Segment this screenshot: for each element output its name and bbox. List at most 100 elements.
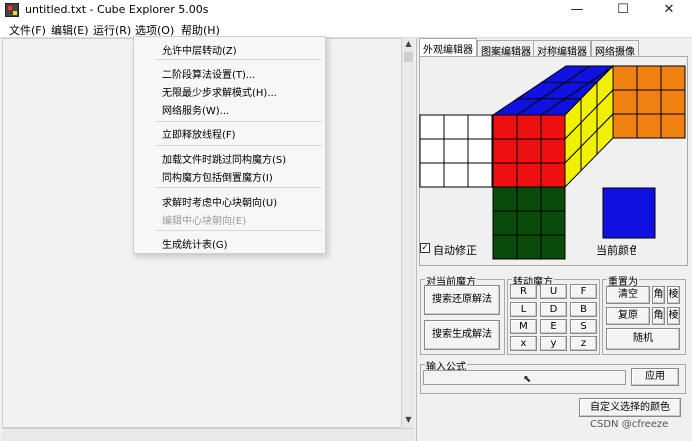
cube-face-back[interactable] [612, 65, 686, 139]
minimize-button[interactable]: — [554, 0, 600, 20]
facelet-down[interactable] [492, 186, 518, 212]
reset-random-button[interactable]: 随机 [606, 328, 680, 350]
facelet-back[interactable] [636, 89, 662, 115]
search-generator-button[interactable]: 搜索生成解法 [424, 320, 500, 350]
facelet-back[interactable] [612, 113, 638, 139]
custom-colors-button[interactable]: 自定义选择的颜色 [579, 398, 681, 417]
apply-formula-button[interactable]: 应用 [631, 368, 679, 386]
cube-explorer-window: untitled.txt - Cube Explorer 5.00s — ☐ ✕… [0, 0, 692, 441]
facelet-down[interactable] [516, 186, 542, 212]
facelet-left[interactable] [467, 162, 493, 188]
tab-webcam[interactable]: 网络摄像 [591, 40, 639, 58]
turn-x-button[interactable]: x [510, 336, 537, 351]
current-color-swatch[interactable] [602, 187, 656, 239]
facelet-left[interactable] [443, 138, 469, 164]
facelet-front[interactable] [516, 162, 542, 188]
facelet-left[interactable] [443, 114, 469, 140]
turn-z-button[interactable]: z [570, 336, 597, 351]
menu-item-release-threads[interactable]: 立即释放线程(F) [162, 126, 236, 141]
menu-item-skip-isomorphic[interactable]: 加载文件时跳过同构魔方(S) [162, 151, 286, 166]
scroll-thumb[interactable] [404, 52, 413, 62]
search-solution-button[interactable]: 搜索还原解法 [424, 285, 500, 315]
menu-item-optimal-solver-mode[interactable]: 无限最少步求解模式(H)... [162, 84, 277, 99]
facelet-front[interactable] [492, 138, 518, 164]
maximize-button[interactable]: ☐ [600, 0, 646, 20]
cube-face-down[interactable] [492, 186, 566, 260]
turn-E-button[interactable]: E [540, 319, 567, 334]
menu-item-edit-center-orientation: 编辑中心块朝向(E) [162, 216, 247, 227]
restore-corners-button[interactable]: 角 [652, 307, 665, 325]
window-title: untitled.txt - Cube Explorer 5.00s [25, 3, 209, 16]
vertical-scrollbar[interactable]: ▲ ▼ [401, 38, 414, 428]
facelet-left[interactable] [419, 114, 445, 140]
clear-corners-button[interactable]: 角 [652, 286, 665, 304]
facelet-left[interactable] [443, 162, 469, 188]
facelet-left[interactable] [467, 114, 493, 140]
facelet-left[interactable] [419, 138, 445, 164]
turn-F-button[interactable]: F [570, 284, 597, 299]
turn-B-button[interactable]: B [570, 302, 597, 317]
facelet-down[interactable] [492, 210, 518, 236]
options-dropdown-menu: 允许中层转动(Z) 二阶段算法设置(T)... 无限最少步求解模式(H)... … [133, 36, 326, 254]
menu-edit[interactable]: 编辑(E) [51, 22, 89, 38]
tab-facelet-editor[interactable]: 外观编辑器 [419, 38, 477, 57]
facelet-front[interactable] [492, 162, 518, 188]
turn-R-button[interactable]: R [510, 284, 537, 299]
turn-L-button[interactable]: L [510, 302, 537, 317]
close-button[interactable]: ✕ [646, 0, 692, 20]
app-cube-icon [5, 3, 19, 17]
menu-separator [156, 121, 322, 122]
facelet-down[interactable] [516, 210, 542, 236]
reset-clear-button[interactable]: 清空 [606, 286, 650, 304]
facelet-back[interactable] [660, 65, 686, 91]
facelet-back[interactable] [636, 113, 662, 139]
facelet-back[interactable] [660, 89, 686, 115]
facelet-front[interactable] [492, 114, 518, 140]
facelet-back[interactable] [612, 89, 638, 115]
facelet-down[interactable] [492, 234, 518, 260]
facelet-down[interactable] [540, 234, 566, 260]
csdn-watermark: CSDN @cfreeze [590, 419, 669, 430]
menu-separator [156, 59, 322, 60]
turn-S-button[interactable]: S [570, 319, 597, 334]
facelet-back[interactable] [612, 65, 638, 91]
clear-edges-button[interactable]: 棱 [667, 286, 680, 304]
facelet-back[interactable] [636, 65, 662, 91]
menu-file[interactable]: 文件(F) [9, 22, 46, 38]
facelet-back[interactable] [660, 113, 686, 139]
facelet-down[interactable] [540, 186, 566, 212]
turn-M-button[interactable]: M [510, 319, 537, 334]
horizontal-scrollbar[interactable] [2, 428, 414, 441]
tab-symmetry-editor[interactable]: 对称编辑器 [533, 40, 591, 58]
turn-D-button[interactable]: D [540, 302, 567, 317]
tab-pattern-editor[interactable]: 图案编辑器 [477, 40, 535, 58]
facelet-front[interactable] [540, 114, 566, 140]
scroll-up-arrow-icon[interactable]: ▲ [402, 38, 415, 50]
facelet-front[interactable] [540, 138, 566, 164]
turn-U-button[interactable]: U [540, 284, 567, 299]
reset-restore-button[interactable]: 复原 [606, 307, 650, 325]
menu-item-network-service[interactable]: 网络服务(W)... [162, 102, 229, 117]
menu-item-allow-slice-turns[interactable]: 允许中层转动(Z) [162, 42, 237, 57]
facelet-front[interactable] [540, 162, 566, 188]
facelet-front[interactable] [516, 138, 542, 164]
menu-item-two-phase-settings[interactable]: 二阶段算法设置(T)... [162, 66, 255, 81]
menu-bar: 文件(F) 编辑(E) 运行(R) 选项(O) 帮助(H) [0, 20, 692, 38]
current-color-fill[interactable] [602, 187, 656, 239]
turn-y-button[interactable]: y [540, 336, 567, 351]
restore-edges-button[interactable]: 棱 [667, 307, 680, 325]
facelet-left[interactable] [419, 162, 445, 188]
menu-item-generate-stats[interactable]: 生成统计表(G) [162, 236, 228, 251]
menu-run[interactable]: 运行(R) [93, 22, 131, 38]
auto-correct-label: 自动修正 [433, 244, 477, 257]
facelet-left[interactable] [467, 138, 493, 164]
cube-face-left[interactable] [419, 114, 493, 188]
menu-item-include-inverse[interactable]: 同构魔方包括倒置魔方(I) [162, 169, 273, 184]
facelet-down[interactable] [540, 210, 566, 236]
scroll-down-arrow-icon[interactable]: ▼ [402, 414, 415, 426]
menu-item-center-orientation[interactable]: 求解时考虑中心块朝向(U) [162, 194, 277, 209]
facelet-down[interactable] [516, 234, 542, 260]
auto-correct-checkbox[interactable]: ✓ [420, 243, 430, 253]
facelet-front[interactable] [516, 114, 542, 140]
cube-face-front[interactable] [492, 114, 566, 188]
